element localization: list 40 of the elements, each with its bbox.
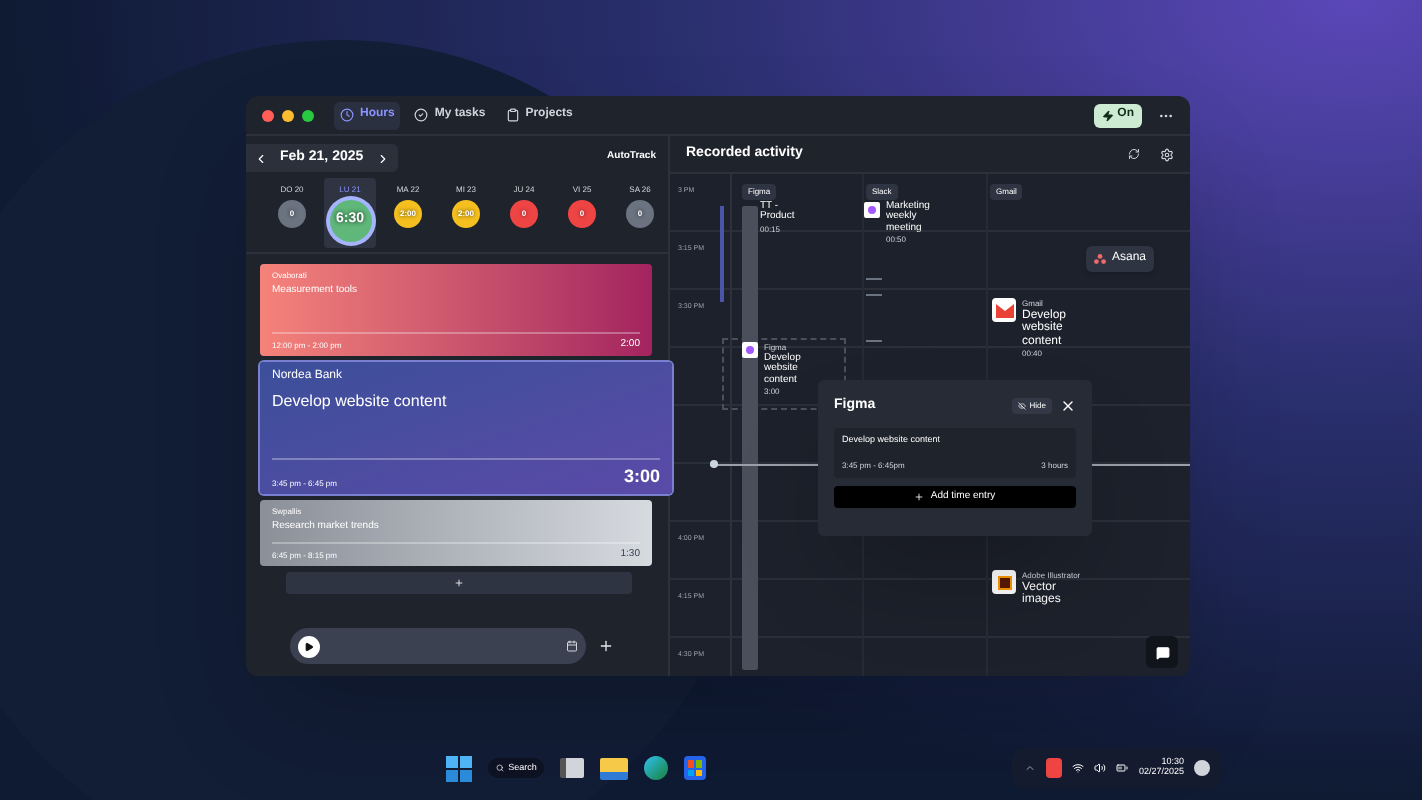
volume-icon[interactable]: [1094, 762, 1107, 774]
chat-icon: [1155, 645, 1169, 659]
triangle-dots-icon: [1094, 254, 1106, 264]
store-icon[interactable]: [684, 756, 707, 780]
task-title: Develop website content: [272, 390, 449, 414]
settings-icon[interactable]: [1160, 147, 1174, 161]
clock-icon: [340, 108, 354, 122]
refresh-icon[interactable]: [1128, 148, 1140, 160]
check-circle-icon: [414, 108, 429, 122]
battery-icon[interactable]: [1116, 762, 1129, 774]
search-icon: [496, 764, 505, 772]
maximize-button[interactable]: [302, 109, 314, 121]
plus-icon: [914, 492, 925, 503]
wifi-icon[interactable]: [1072, 762, 1085, 774]
next-icon[interactable]: [375, 151, 390, 165]
app-tray-icon[interactable]: [1046, 758, 1063, 778]
close-icon[interactable]: [1060, 398, 1076, 415]
app-icon: [864, 202, 880, 218]
mail-icon: [992, 298, 1016, 322]
chat-button[interactable]: [1146, 636, 1178, 668]
notification-icon[interactable]: [1194, 760, 1210, 776]
calendar-icon[interactable]: [566, 640, 578, 652]
previous-icon[interactable]: [254, 151, 268, 165]
plus-icon[interactable]: [598, 638, 614, 654]
close-button[interactable]: [262, 109, 274, 121]
app-icon: [992, 570, 1016, 594]
folder-icon[interactable]: [600, 757, 629, 779]
minimize-button[interactable]: [282, 109, 294, 121]
play-icon: [304, 641, 314, 651]
entry-duration: 3:00: [623, 463, 660, 489]
eye-off-icon: [1017, 402, 1026, 411]
lightning-icon: [1101, 109, 1114, 121]
clipboard-icon: [505, 108, 520, 122]
plus-icon: [454, 578, 464, 588]
browser-icon[interactable]: [644, 756, 669, 780]
start-icon[interactable]: [446, 755, 473, 781]
chevron-icon[interactable]: [1024, 762, 1037, 774]
task-view-icon[interactable]: [560, 758, 585, 778]
play-button[interactable]: [298, 635, 320, 657]
app-icon: [742, 342, 758, 358]
